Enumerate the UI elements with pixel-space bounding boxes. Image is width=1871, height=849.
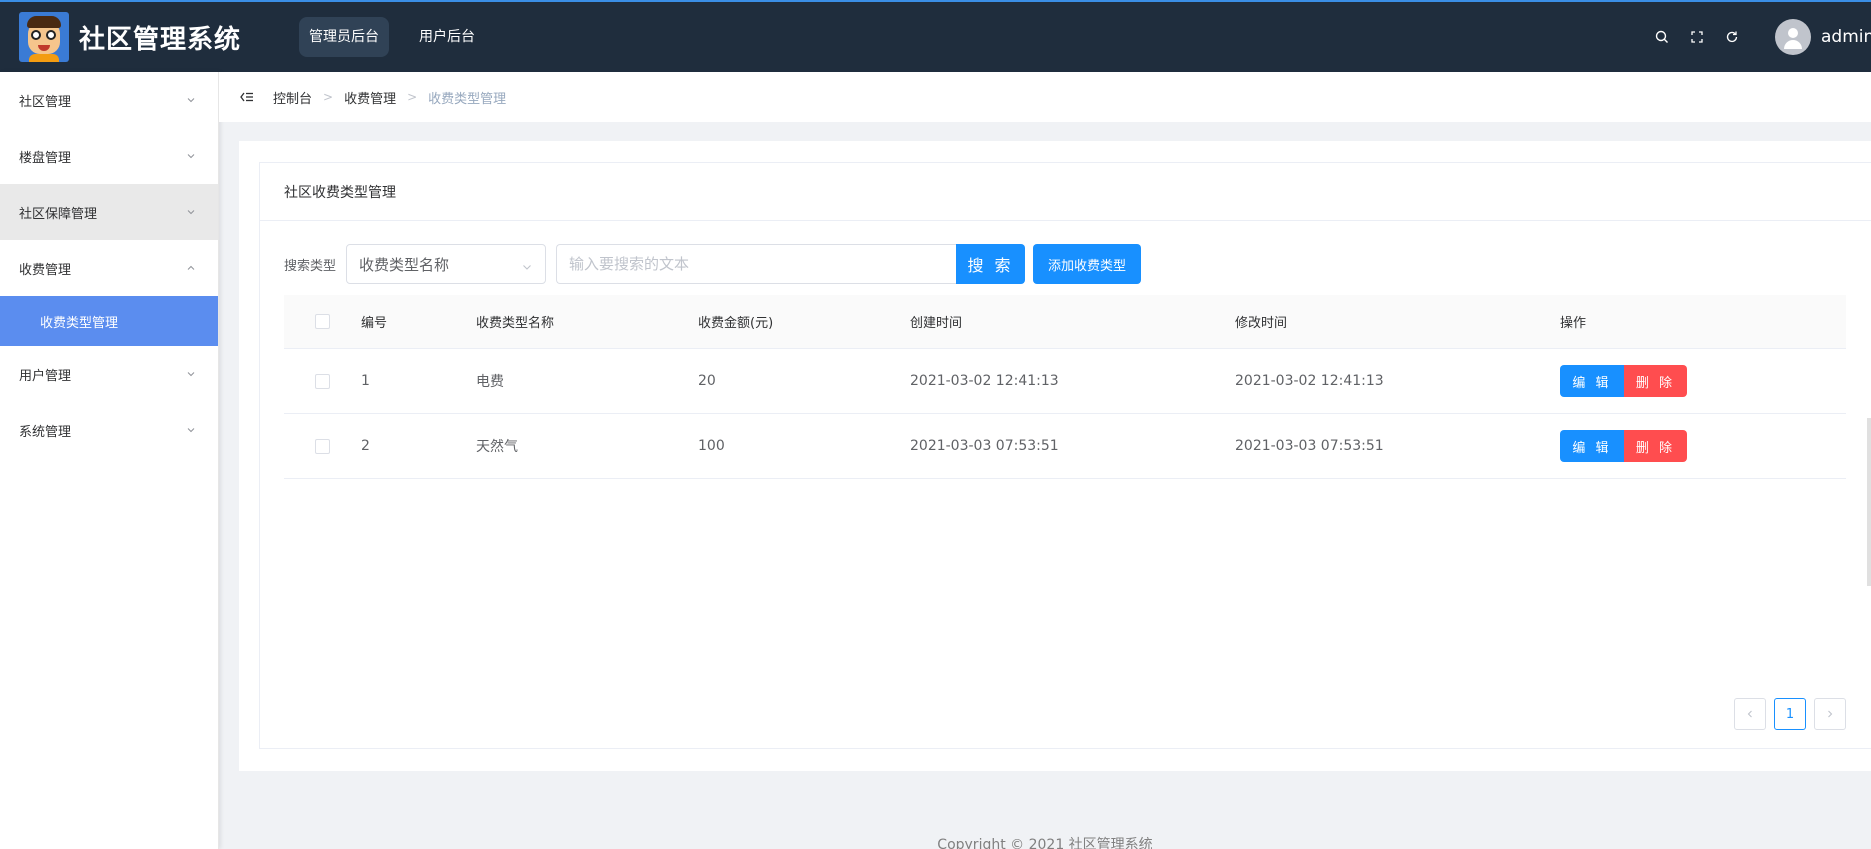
column-header: 操作 (1560, 316, 1587, 331)
chevron-down-icon (186, 368, 196, 378)
cell-modified: 2021-03-02 12:41:13 (1235, 373, 1384, 389)
select-value: 收费类型名称 (359, 255, 450, 274)
sidebar-item-security[interactable]: 社区保障管理 (0, 184, 218, 240)
breadcrumb-separator-icon: > (323, 90, 334, 104)
sidebar-item-buildings[interactable]: 楼盘管理 (0, 128, 218, 184)
column-header: 修改时间 (1235, 316, 1288, 331)
table-row: 2 天然气 100 2021-03-03 07:53:51 2021-03-03… (284, 414, 1846, 479)
next-page-button[interactable] (1814, 698, 1846, 730)
cell-name: 电费 (476, 374, 504, 390)
breadcrumb-item[interactable]: 控制台 (273, 88, 312, 107)
search-icon[interactable] (1654, 29, 1670, 45)
search-button[interactable]: 搜 索 (956, 244, 1026, 284)
delete-button[interactable]: 删 除 (1624, 365, 1687, 397)
chevron-up-icon (186, 262, 196, 272)
refresh-icon[interactable] (1724, 29, 1740, 45)
collapse-sidebar-icon[interactable] (239, 89, 255, 105)
cell-modified: 2021-03-03 07:53:51 (1235, 438, 1384, 454)
chevron-left-icon (1747, 710, 1752, 718)
app-logo[interactable] (19, 12, 69, 62)
chevron-down-icon (521, 259, 533, 271)
nav-admin-backend[interactable]: 管理员后台 (299, 17, 390, 57)
add-fee-type-button[interactable]: 添加收费类型 (1033, 244, 1142, 284)
delete-button[interactable]: 删 除 (1624, 430, 1687, 462)
row-actions: 编 辑 删 除 (1560, 365, 1846, 397)
breadcrumb-current: 收费类型管理 (428, 91, 507, 107)
sidebar-item-fees[interactable]: 收费管理 (0, 240, 218, 296)
prev-page-button[interactable] (1734, 698, 1766, 730)
edit-button[interactable]: 编 辑 (1560, 365, 1624, 397)
sidebar-item-users[interactable]: 用户管理 (0, 346, 218, 402)
chevron-down-icon (186, 424, 196, 434)
column-header: 编号 (361, 316, 388, 331)
chevron-right-icon (1828, 710, 1833, 718)
cell-id: 1 (361, 373, 370, 389)
row-checkbox[interactable] (315, 438, 330, 454)
breadcrumb-item[interactable]: 收费管理 (344, 88, 396, 107)
sidebar-item-label: 收费管理 (19, 262, 72, 278)
nav-user-backend[interactable]: 用户后台 (409, 17, 485, 57)
footer-copyright: Copyright © 2021 社区管理系统 (937, 837, 1153, 849)
chevron-down-icon (186, 150, 196, 160)
column-header: 收费类型名称 (476, 316, 555, 331)
sidebar-item-label: 社区保障管理 (19, 206, 98, 222)
cell-amount: 20 (698, 373, 716, 389)
pagination: 1 (1734, 698, 1854, 730)
sidebar-item-label: 楼盘管理 (19, 150, 72, 166)
breadcrumb-separator-icon: > (407, 90, 418, 104)
sidebar-item-community[interactable]: 社区管理 (0, 72, 218, 128)
fullscreen-icon[interactable] (1689, 29, 1705, 45)
cell-created: 2021-03-02 12:41:13 (910, 373, 1059, 389)
fee-types-table: 编号 收费类型名称 收费金额(元) 创建时间 修改时间 操作 1 电费 20 2… (284, 295, 1846, 479)
cell-amount: 100 (698, 438, 725, 454)
search-bar: 搜索类型 收费类型名称 搜 索 添加收费类型 (284, 244, 1142, 284)
row-checkbox[interactable] (315, 373, 330, 389)
search-type-label: 搜索类型 (284, 258, 337, 274)
top-nav: 管理员后台 用户后台 (299, 17, 505, 57)
search-input[interactable] (556, 244, 957, 284)
cell-name: 天然气 (476, 439, 518, 455)
table-row: 1 电费 20 2021-03-02 12:41:13 2021-03-02 1… (284, 349, 1846, 414)
search-type-select[interactable]: 收费类型名称 (346, 244, 547, 284)
chevron-down-icon (186, 206, 196, 216)
main-content: 社区收费类型管理 搜索类型 收费类型名称 搜 索 添加收费类型 编号 收费类型名… (239, 141, 1871, 771)
edit-button[interactable]: 编 辑 (1560, 430, 1624, 462)
sidebar-subitem-fee-types[interactable]: 收费类型管理 (0, 296, 218, 346)
table-header: 编号 收费类型名称 收费金额(元) 创建时间 修改时间 操作 (284, 295, 1846, 349)
header-right: admin (1654, 2, 1871, 72)
sidebar-item-label: 社区管理 (19, 94, 72, 110)
sidebar-item-label: 系统管理 (19, 424, 72, 440)
breadcrumb-bar: 控制台 > 收费管理 > 收费类型管理 (219, 72, 1871, 122)
app-title: 社区管理系统 (79, 24, 242, 55)
cell-id: 2 (361, 438, 370, 454)
cell-created: 2021-03-03 07:53:51 (910, 438, 1059, 454)
sidebar-item-system[interactable]: 系统管理 (0, 402, 218, 458)
chevron-down-icon (186, 94, 196, 104)
row-actions: 编 辑 删 除 (1560, 430, 1846, 462)
scrollbar[interactable] (1867, 418, 1871, 586)
card-title: 社区收费类型管理 (260, 163, 1871, 221)
sidebar-subitem-label: 收费类型管理 (40, 315, 119, 331)
avatar[interactable] (1775, 19, 1811, 55)
top-header: 社区管理系统 管理员后台 用户后台 admin (0, 0, 1871, 72)
column-header: 创建时间 (910, 316, 963, 331)
sidebar: 社区管理 楼盘管理 社区保障管理 收费管理 收费类型管理 用户管理 系统管理 (0, 72, 219, 849)
column-header: 收费金额(元) (698, 316, 774, 331)
page-number[interactable]: 1 (1774, 698, 1806, 730)
fee-types-card: 社区收费类型管理 搜索类型 收费类型名称 搜 索 添加收费类型 编号 收费类型名… (259, 162, 1871, 749)
sidebar-item-label: 用户管理 (19, 368, 72, 384)
breadcrumb: 控制台 > 收费管理 > 收费类型管理 (273, 88, 506, 107)
username[interactable]: admin (1821, 27, 1871, 47)
select-all-checkbox[interactable] (315, 314, 330, 329)
